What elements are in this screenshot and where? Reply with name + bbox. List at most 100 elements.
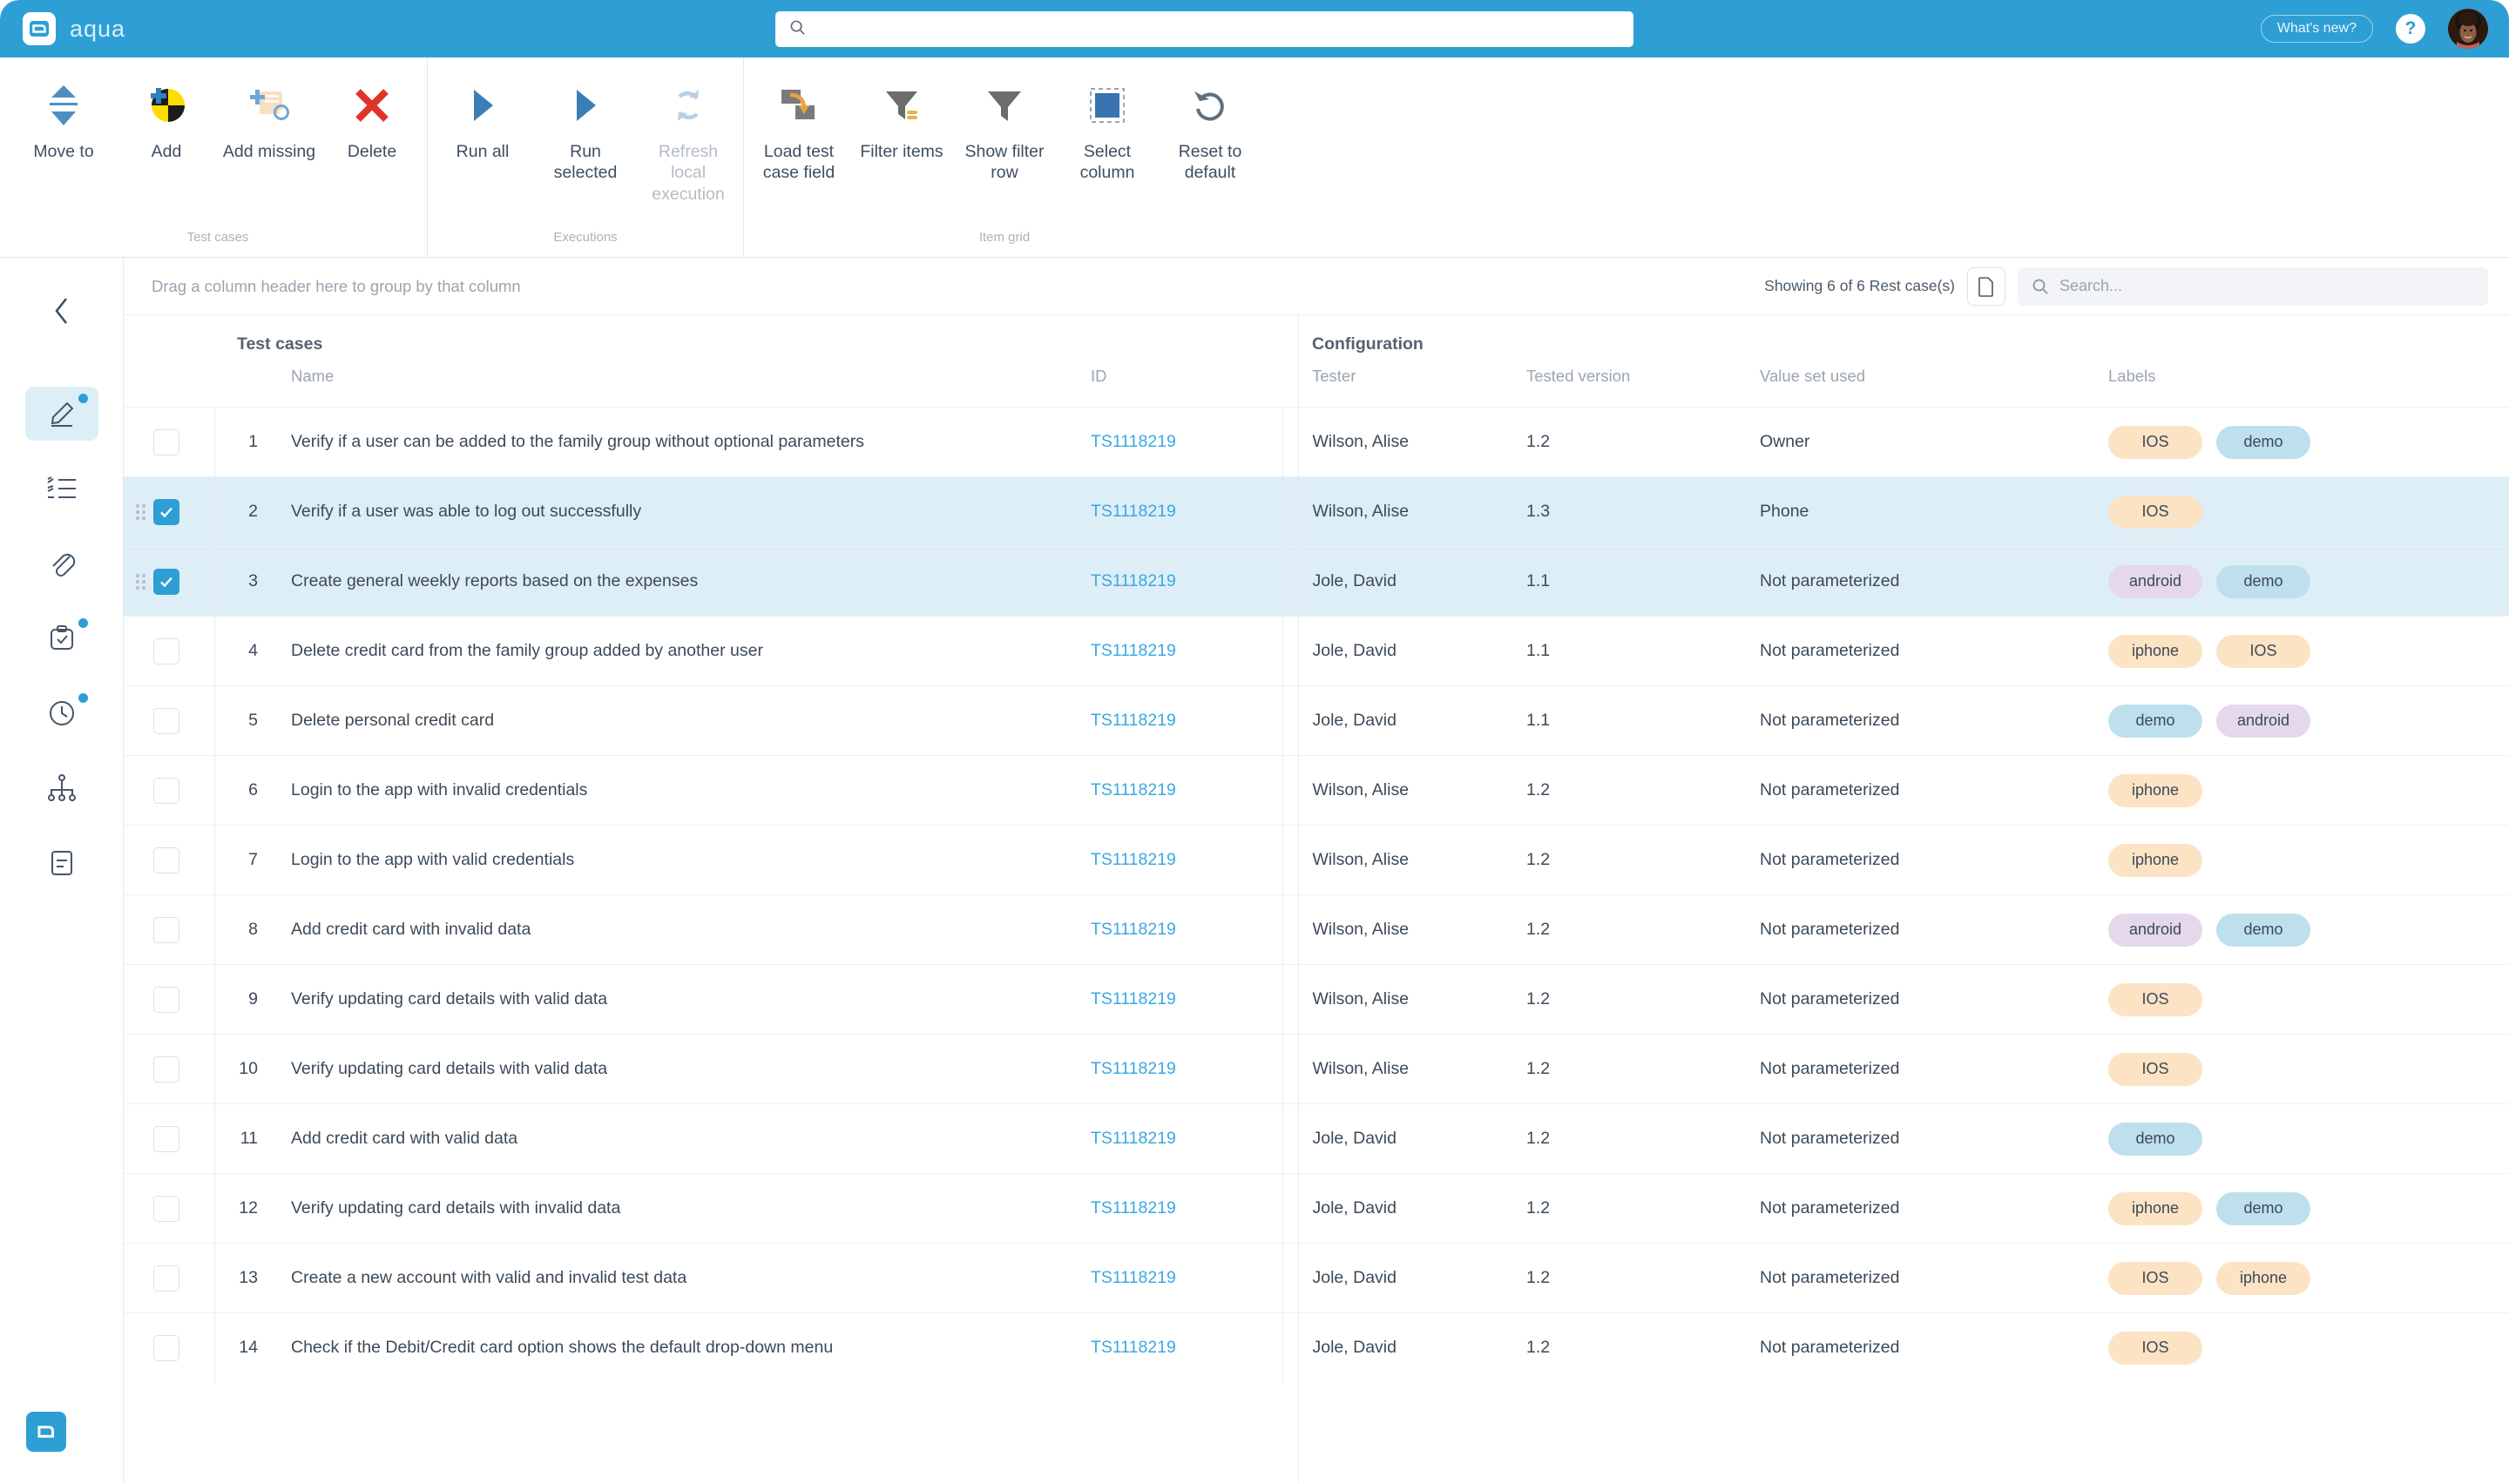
row-id-link[interactable]: TS1118219 (1091, 920, 1176, 939)
row-id-link[interactable]: TS1118219 (1091, 780, 1176, 799)
group-by-dropzone[interactable]: Drag a column header here to group by th… (152, 277, 1752, 296)
sidebar-item-history[interactable] (25, 686, 98, 740)
label-tag[interactable]: IOS (2108, 1053, 2202, 1086)
row-checkbox[interactable] (153, 1265, 179, 1292)
column-header-name[interactable]: Name (268, 367, 1091, 408)
label-tag[interactable]: iphone (2216, 1262, 2310, 1295)
table-row[interactable]: 4Delete credit card from the family grou… (124, 617, 2509, 686)
select-column-button[interactable]: Select column (1056, 80, 1159, 184)
aqua-logo-icon[interactable] (26, 1412, 66, 1452)
row-checkbox-cell[interactable] (153, 965, 214, 1035)
row-drag-handle[interactable] (124, 686, 153, 756)
collapse-sidebar-button[interactable] (42, 291, 82, 331)
label-tag[interactable]: demo (2216, 1192, 2310, 1225)
column-header-tester[interactable]: Tester (1282, 367, 1526, 408)
table-row[interactable]: 11Add credit card with valid dataTS11182… (124, 1104, 2509, 1174)
label-tag[interactable]: android (2108, 914, 2202, 947)
label-tag[interactable]: IOS (2108, 1262, 2202, 1295)
table-row[interactable]: 6Login to the app with invalid credentia… (124, 756, 2509, 826)
row-checkbox-cell[interactable] (153, 477, 214, 547)
row-drag-handle[interactable] (124, 756, 153, 826)
row-id-link[interactable]: TS1118219 (1091, 1198, 1176, 1218)
label-tag[interactable]: IOS (2216, 635, 2310, 668)
grid-search-input[interactable] (2059, 277, 2474, 295)
row-drag-handle[interactable] (124, 1174, 153, 1244)
row-checkbox-cell[interactable] (153, 1104, 214, 1174)
global-search[interactable] (775, 11, 1633, 47)
row-id-link[interactable]: TS1118219 (1091, 1129, 1176, 1148)
column-header-labels[interactable]: Labels (2108, 367, 2509, 408)
row-id-link[interactable]: TS1118219 (1091, 571, 1176, 590)
column-header-id[interactable]: ID (1091, 367, 1282, 408)
row-drag-handle[interactable] (124, 1104, 153, 1174)
show-filter-row-button[interactable]: Show filter row (953, 80, 1056, 184)
label-tag[interactable]: demo (2108, 1123, 2202, 1156)
add-button[interactable]: Add (115, 80, 218, 162)
sidebar-item-steps[interactable] (25, 462, 98, 516)
row-id-link[interactable]: TS1118219 (1091, 1059, 1176, 1078)
table-row[interactable]: 10Verify updating card details with vali… (124, 1035, 2509, 1104)
table-row[interactable]: 2Verify if a user was able to log out su… (124, 477, 2509, 547)
row-drag-handle[interactable] (124, 1244, 153, 1313)
row-drag-handle[interactable] (124, 408, 153, 477)
row-checkbox-cell[interactable] (153, 1174, 214, 1244)
row-id-link[interactable]: TS1118219 (1091, 502, 1176, 521)
row-drag-handle[interactable] (124, 547, 153, 617)
run-all-button[interactable]: Run all (431, 80, 534, 162)
table-row[interactable]: 3Create general weekly reports based on … (124, 547, 2509, 617)
row-checkbox-cell[interactable] (153, 1035, 214, 1104)
load-test-case-field-button[interactable]: Load test case field (747, 80, 850, 184)
avatar[interactable] (2448, 9, 2488, 49)
row-checkbox-cell[interactable] (153, 895, 214, 965)
table-row[interactable]: 12Verify updating card details with inva… (124, 1174, 2509, 1244)
row-checkbox[interactable] (153, 499, 179, 525)
row-checkbox[interactable] (153, 1126, 179, 1152)
row-checkbox-cell[interactable] (153, 617, 214, 686)
row-drag-handle[interactable] (124, 826, 153, 895)
table-row[interactable]: 8Add credit card with invalid dataTS1118… (124, 895, 2509, 965)
add-missing-button[interactable]: Add missing (218, 80, 321, 162)
row-checkbox[interactable] (153, 569, 179, 595)
label-tag[interactable]: android (2216, 705, 2310, 738)
table-row[interactable]: 5Delete personal credit cardTS1118219Jol… (124, 686, 2509, 756)
row-drag-handle[interactable] (124, 617, 153, 686)
row-drag-handle[interactable] (124, 477, 153, 547)
row-id-link[interactable]: TS1118219 (1091, 989, 1176, 1008)
brand[interactable]: aqua (23, 12, 125, 45)
label-tag[interactable]: demo (2216, 914, 2310, 947)
label-tag[interactable]: demo (2108, 705, 2202, 738)
sidebar-item-edit[interactable] (25, 387, 98, 441)
table-row[interactable]: 9Verify updating card details with valid… (124, 965, 2509, 1035)
row-checkbox[interactable] (153, 778, 179, 804)
grid-search[interactable] (2018, 267, 2488, 306)
row-id-link[interactable]: TS1118219 (1091, 1268, 1176, 1287)
label-tag[interactable]: android (2108, 565, 2202, 598)
delete-button[interactable]: Delete (321, 80, 423, 162)
row-checkbox-cell[interactable] (153, 686, 214, 756)
label-tag[interactable]: IOS (2108, 983, 2202, 1016)
row-checkbox-cell[interactable] (153, 408, 214, 477)
label-tag[interactable]: demo (2216, 565, 2310, 598)
table-scroll-container[interactable]: Test cases Configuration Name ID Tester … (124, 315, 2509, 1483)
row-id-link[interactable]: TS1118219 (1091, 641, 1176, 660)
row-checkbox[interactable] (153, 1196, 179, 1222)
label-tag[interactable]: iphone (2108, 774, 2202, 807)
row-checkbox-cell[interactable] (153, 1244, 214, 1313)
row-id-link[interactable]: TS1118219 (1091, 711, 1176, 730)
row-id-link[interactable]: TS1118219 (1091, 432, 1176, 451)
label-tag[interactable]: IOS (2108, 1332, 2202, 1365)
column-header-tested-version[interactable]: Tested version (1526, 367, 1760, 408)
row-checkbox-cell[interactable] (153, 756, 214, 826)
row-checkbox[interactable] (153, 847, 179, 874)
label-tag[interactable]: IOS (2108, 496, 2202, 529)
row-checkbox[interactable] (153, 429, 179, 455)
label-tag[interactable]: demo (2216, 426, 2310, 459)
reset-to-default-button[interactable]: Reset to default (1159, 80, 1261, 184)
row-checkbox[interactable] (153, 987, 179, 1013)
label-tag[interactable]: iphone (2108, 844, 2202, 877)
row-checkbox[interactable] (153, 708, 179, 734)
global-search-input[interactable] (815, 21, 1620, 38)
column-header-value-set-used[interactable]: Value set used (1760, 367, 2108, 408)
export-document-button[interactable] (1967, 267, 2005, 306)
table-row[interactable]: 13Create a new account with valid and in… (124, 1244, 2509, 1313)
